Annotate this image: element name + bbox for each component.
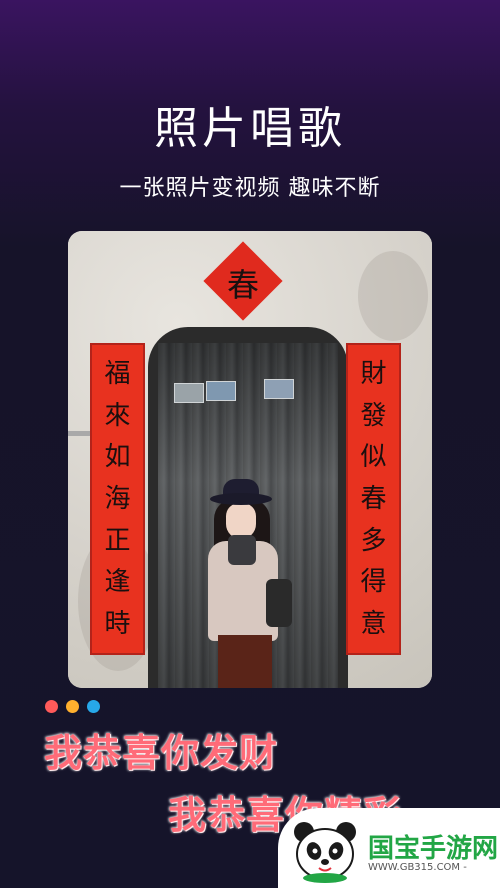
- door-plaque: [206, 381, 236, 401]
- watermark-url: WWW.GB315.COM -: [368, 862, 467, 873]
- lyric-line-1: 我恭喜你发财: [44, 731, 279, 775]
- couplet-char: 春: [360, 483, 387, 514]
- girl-face: [226, 503, 256, 539]
- spring-character: 春: [226, 266, 259, 304]
- couplet-char: 得: [360, 567, 387, 598]
- dot-red: [45, 700, 58, 713]
- page-title: 照片唱歌: [154, 103, 346, 154]
- window-dots: [45, 700, 100, 713]
- girl-scarf: [228, 535, 256, 565]
- couplet-char: 海: [104, 483, 131, 514]
- page-subtitle: 一张照片变视频 趣味不断: [119, 176, 381, 201]
- couplet-right: 財 發 似 春 多 得 意: [346, 343, 401, 655]
- couplet-left: 福 來 如 海 正 逢 時: [90, 343, 145, 655]
- couplet-char: 財: [360, 358, 387, 389]
- photo-preview[interactable]: 春 福 來 如 海 正 逢 時 財 發 似 春 多 得 意: [68, 231, 432, 688]
- couplet-char: 逢: [104, 567, 131, 598]
- couplet-char: 福: [104, 358, 131, 389]
- dot-blue: [87, 700, 100, 713]
- couplet-char: 來: [104, 400, 131, 431]
- girl-hat-brim: [210, 493, 272, 505]
- couplet-char: 發: [360, 400, 387, 431]
- couplet-char: 多: [360, 525, 387, 556]
- door-plaque: [174, 383, 204, 403]
- couplet-char: 正: [104, 525, 131, 556]
- watermark-name: 国宝手游网: [368, 834, 499, 864]
- door-plaque: [264, 379, 294, 399]
- dot-yellow: [66, 700, 79, 713]
- couplet-char: 意: [360, 609, 387, 640]
- panda-logo-icon: [294, 822, 356, 883]
- girl-pants: [218, 635, 272, 688]
- girl-backpack: [266, 579, 292, 627]
- couplet-char: 時: [104, 609, 131, 640]
- wall-stain: [358, 251, 428, 341]
- couplet-char: 似: [360, 442, 387, 473]
- couplet-char: 如: [104, 442, 131, 473]
